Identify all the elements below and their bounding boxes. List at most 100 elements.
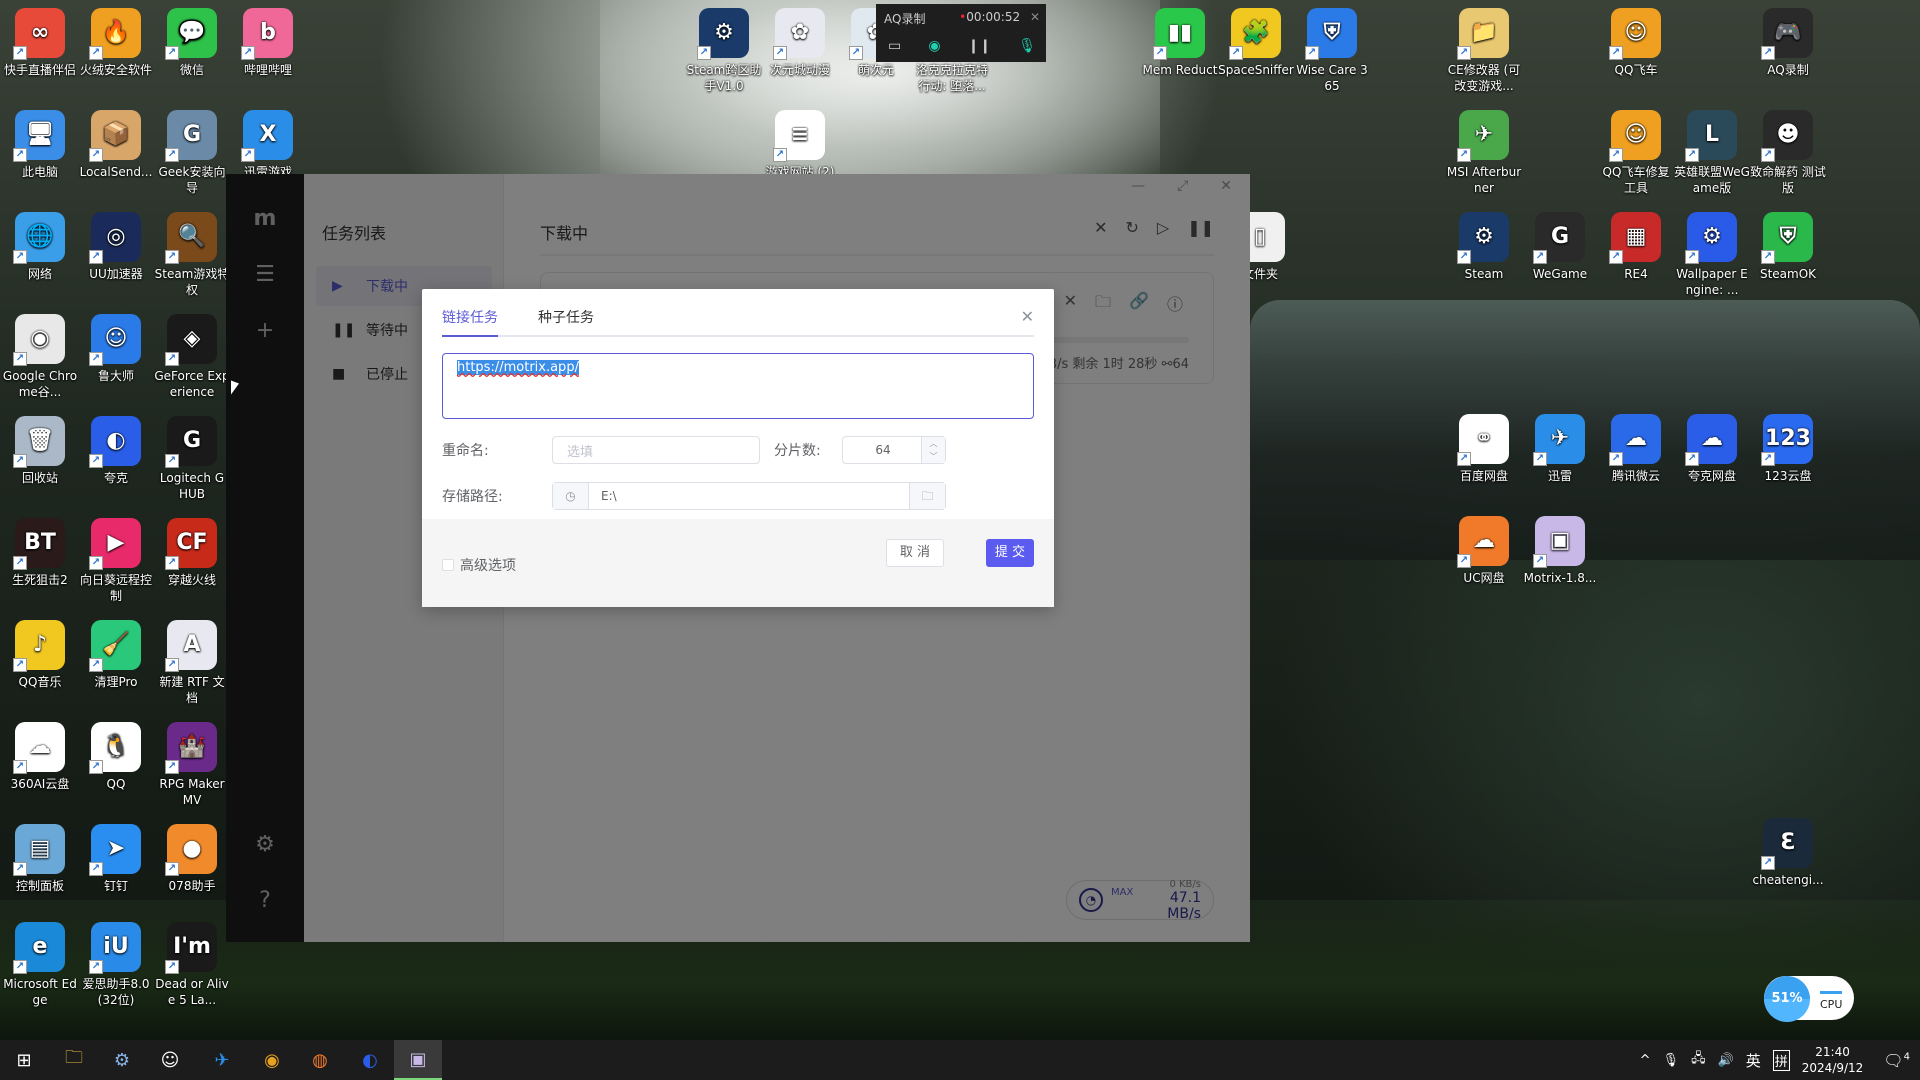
desktop-icon[interactable]: ☺ ↗ QQ飞车修复工具	[1598, 110, 1674, 196]
app-icon: ☺ ↗	[1609, 8, 1661, 60]
desktop-icon[interactable]: ☻ ↗ 致命解药 测试版	[1750, 110, 1826, 196]
tray-chevron-icon[interactable]: ^	[1640, 1053, 1651, 1068]
desktop-icon[interactable]: 🧹 ↗ 清理Pro	[78, 620, 154, 690]
desktop-icon[interactable]: ◈ ↗ GeForce Experience	[154, 314, 230, 400]
tab-uri-task[interactable]: 链接任务	[442, 307, 498, 337]
submit-button[interactable]: 提 交	[986, 539, 1034, 567]
desktop-icon[interactable]: ▮▮ ↗ Mem Reduct	[1142, 8, 1218, 78]
desktop-icon[interactable]: 🖥 ↗ 此电脑	[2, 110, 78, 180]
desktop-icon[interactable]: e ↗ Microsoft Edge	[2, 922, 78, 1008]
pause-recording-button[interactable]: ❙❙	[968, 38, 991, 54]
desktop-icon[interactable]: ✿ ↗ 次元城动漫	[762, 8, 838, 78]
firefox-taskbar-icon[interactable]: ◍	[296, 1040, 344, 1080]
desktop-icon[interactable]: ▦ ↗ RE4	[1598, 212, 1674, 282]
desktop-icon[interactable]: ◎ ↗ UU加速器	[78, 212, 154, 282]
desktop-icon[interactable]: ☺ ↗ QQ飞车	[1598, 8, 1674, 78]
record-button[interactable]: ◉	[928, 38, 940, 54]
desktop-icon[interactable]: ♪ ↗ QQ音乐	[2, 620, 78, 690]
desktop-icon[interactable]: 🎮 ↗ AQ录制	[1750, 8, 1826, 78]
desktop-icon[interactable]: A ↗ 新建 RTF 文档	[154, 620, 230, 706]
desktop-icon[interactable]: b ↗ 哔哩哔哩	[230, 8, 306, 78]
shortcut-arrow-icon: ↗	[1229, 46, 1243, 60]
desktop-icon[interactable]: ☁ ↗ 360AI云盘	[2, 722, 78, 792]
url-textarea[interactable]: https://motrix.app/	[442, 353, 1034, 419]
dialog-close-button[interactable]: ✕	[1021, 307, 1034, 326]
desktop-icon[interactable]: ⛨ ↗ Wise Care 365	[1294, 8, 1370, 94]
history-icon[interactable]: ◷	[553, 483, 589, 509]
desktop-icon[interactable]: ✈ ↗ MSI Afterburner	[1446, 110, 1522, 196]
desktop-icon[interactable]: ⚙ ↗ Steam跨区助手V1.0	[686, 8, 762, 94]
chrome-taskbar-icon[interactable]: ◉	[248, 1040, 296, 1080]
desktop-icon[interactable]: ☁ ↗ 夸克网盘	[1674, 414, 1750, 484]
cpu-percent: 51%	[1764, 976, 1810, 1022]
microphone-icon[interactable]: 🎙	[1018, 38, 1036, 54]
checkbox-box[interactable]	[442, 559, 454, 571]
desktop-icon[interactable]: ≡ ↗ 游戏网站 (2)	[762, 110, 838, 180]
desktop-icon[interactable]: ☁ ↗ 腾讯微云	[1598, 414, 1674, 484]
desktop-icon[interactable]: G ↗ Geek安装向导	[154, 110, 230, 196]
desktop-icon[interactable]: G ↗ Logitech G HUB	[154, 416, 230, 502]
desktop-icon[interactable]: ⛨ ↗ SteamOK	[1750, 212, 1826, 282]
notification-center-icon[interactable]: 🗨4	[1883, 1051, 1910, 1070]
decrement-icon[interactable]: ﹀	[922, 450, 945, 463]
desktop-icon[interactable]: G ↗ WeGame	[1522, 212, 1598, 282]
tab-torrent-task[interactable]: 种子任务	[538, 307, 594, 335]
desktop-icon[interactable]: ▤ ↗ 控制面板	[2, 824, 78, 894]
desktop-icon[interactable]: ⚙ ↗ Steam	[1446, 212, 1522, 282]
desktop-icon[interactable]: ● ↗ 078助手	[154, 824, 230, 894]
window-capture-icon[interactable]: ▭	[888, 38, 901, 54]
desktop-icon[interactable]: L ↗ 英雄联盟WeGame版	[1674, 110, 1750, 196]
steam-taskbar-icon[interactable]: ⚙	[98, 1040, 146, 1080]
clock[interactable]: 21:40 2024/9/12	[1802, 1044, 1864, 1076]
cancel-button[interactable]: 取 消	[886, 539, 944, 567]
ime-mode-indicator[interactable]: 拼	[1772, 1049, 1790, 1071]
desktop-icon[interactable]: ⚭ ↗ 百度网盘	[1446, 414, 1522, 484]
desktop-icon[interactable]: 💬 ↗ 微信	[154, 8, 230, 78]
desktop-icon[interactable]: iU ↗ 爱思助手8.0(32位)	[78, 922, 154, 1008]
desktop-icon[interactable]: 📁 ↗ CE修改器 (可改变游戏...	[1446, 8, 1522, 94]
rename-input[interactable]: 选填	[552, 436, 760, 464]
motrix-taskbar-icon[interactable]: ▣	[394, 1040, 442, 1080]
desktop-icon[interactable]: 🌐 ↗ 网络	[2, 212, 78, 282]
increment-icon[interactable]: ︿	[922, 437, 945, 450]
desktop-icon[interactable]: 🏰 ↗ RPG Maker MV	[154, 722, 230, 808]
desktop-icon[interactable]: X ↗ 迅雷游戏	[230, 110, 306, 180]
microphone-tray-icon[interactable]: 🎙	[1663, 1053, 1680, 1068]
desktop-icon[interactable]: I'm ↗ Dead or Alive 5 La...	[154, 922, 230, 1008]
desktop-icon[interactable]: ⚙ ↗ Wallpaper Engine: ...	[1674, 212, 1750, 298]
start-button[interactable]: ⊞	[0, 1040, 48, 1080]
avatar-app-taskbar-icon[interactable]: ☺	[146, 1040, 194, 1080]
desktop-icon[interactable]: Ɛ ↗ cheatengi...	[1750, 818, 1826, 888]
desktop-icon[interactable]: ◉ ↗ Google Chrome谷...	[2, 314, 78, 400]
desktop-icon[interactable]: 🐧 ↗ QQ	[78, 722, 154, 792]
xunlei-taskbar-icon[interactable]: ✈	[198, 1040, 246, 1080]
split-stepper[interactable]: 64 ︿ ﹀	[842, 436, 946, 464]
desktop-icon[interactable]: 📦 ↗ LocalSend...	[78, 110, 154, 180]
file-explorer-icon[interactable]: 🗀	[50, 1040, 98, 1080]
desktop-icon[interactable]: CF ↗ 穿越火线	[154, 518, 230, 588]
desktop-icon[interactable]: ▣ ↗ Motrix-1.8...	[1522, 516, 1598, 586]
desktop-icon[interactable]: BT ↗ 生死狙击2	[2, 518, 78, 588]
folder-select-icon[interactable]: 🗀	[909, 483, 945, 509]
desktop-icon-label: UU加速器	[89, 267, 143, 281]
desktop-icon[interactable]: ∞ ↗ 快手直播伴侣	[2, 8, 78, 78]
desktop-icon[interactable]: ◐ ↗ 夸克	[78, 416, 154, 486]
cpu-widget[interactable]: 51% CPU	[1764, 976, 1854, 1022]
network-icon[interactable]: 🖧	[1691, 1049, 1706, 1071]
quark-taskbar-icon[interactable]: ◐	[346, 1040, 394, 1080]
advanced-options-checkbox[interactable]: 高级选项	[442, 555, 516, 575]
path-input[interactable]: E:\	[589, 483, 909, 509]
desktop-icon[interactable]: ▶ ↗ 向日葵远程控制	[78, 518, 154, 604]
desktop-icon[interactable]: 🔍 ↗ Steam游戏特权	[154, 212, 230, 298]
aq-close-button[interactable]: ✕	[1030, 10, 1040, 24]
desktop-icon[interactable]: ➤ ↗ 钉钉	[78, 824, 154, 894]
desktop-icon[interactable]: 🔥 ↗ 火绒安全软件	[78, 8, 154, 78]
volume-icon[interactable]: 🔊	[1718, 1053, 1734, 1068]
desktop-icon[interactable]: ✈ ↗ 迅雷	[1522, 414, 1598, 484]
desktop-icon[interactable]: 123 ↗ 123云盘	[1750, 414, 1826, 484]
desktop-icon[interactable]: 🗑 ↗ 回收站	[2, 416, 78, 486]
ime-language-indicator[interactable]: 英	[1746, 1050, 1761, 1071]
desktop-icon[interactable]: ☁ ↗ UC网盘	[1446, 516, 1522, 586]
desktop-icon[interactable]: 🧩 ↗ SpaceSniffer	[1218, 8, 1294, 78]
desktop-icon[interactable]: ☺ ↗ 鲁大师	[78, 314, 154, 384]
